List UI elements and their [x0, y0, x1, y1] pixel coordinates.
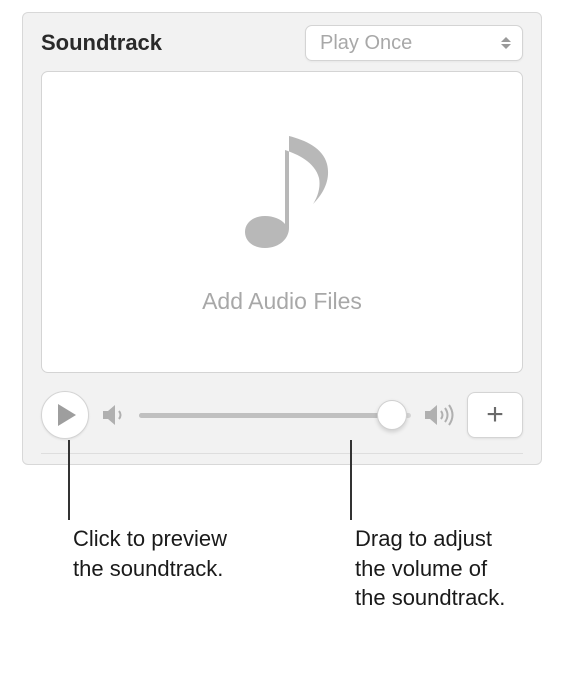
slider-thumb[interactable]	[377, 400, 407, 430]
callout-text-preview: Click to previewthe soundtrack.	[73, 524, 227, 583]
section-title: Soundtrack	[41, 30, 162, 56]
playback-mode-dropdown[interactable]: Play Once	[305, 25, 523, 61]
dropdown-selected-label: Play Once	[320, 32, 412, 55]
soundtrack-panel: Soundtrack Play Once Add Audio Files	[22, 12, 542, 465]
plus-icon: +	[486, 400, 504, 430]
music-note-icon	[227, 130, 337, 270]
callout-text-volume: Drag to adjustthe volume ofthe soundtrac…	[355, 524, 505, 613]
controls-row: +	[41, 391, 523, 439]
slider-track	[139, 413, 411, 418]
add-audio-button[interactable]: +	[467, 392, 523, 438]
audio-dropzone[interactable]: Add Audio Files	[41, 71, 523, 373]
panel-header: Soundtrack Play Once	[41, 25, 523, 61]
volume-slider[interactable]	[139, 399, 411, 431]
play-icon	[58, 404, 76, 426]
dropdown-arrows-icon	[494, 29, 518, 57]
callout-line-preview	[68, 440, 70, 520]
dropzone-label: Add Audio Files	[202, 288, 362, 315]
divider	[41, 453, 523, 454]
play-button[interactable]	[41, 391, 89, 439]
slider-fill	[139, 413, 392, 418]
callout-line-volume	[350, 440, 352, 520]
volume-low-icon	[101, 403, 127, 427]
volume-high-icon	[423, 402, 455, 428]
